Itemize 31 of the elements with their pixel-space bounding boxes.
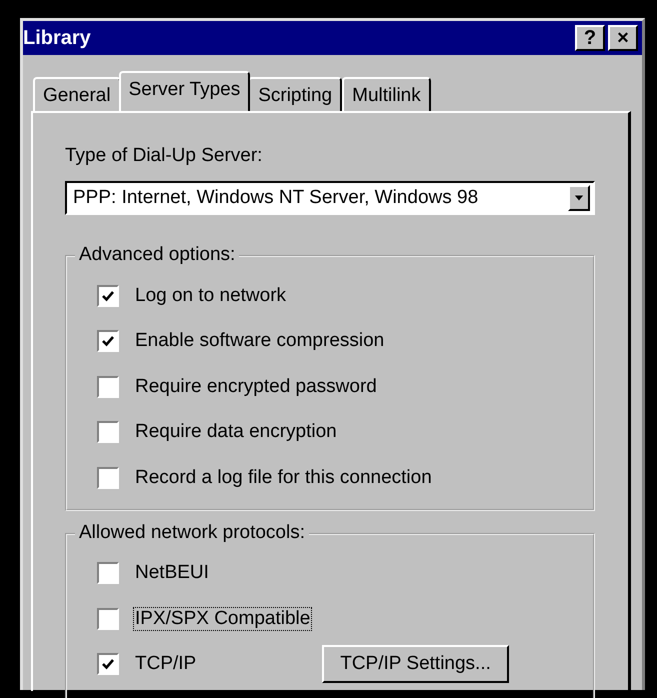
- checkmark-icon: [101, 334, 115, 348]
- checkbox-label[interactable]: Record a log file for this connection: [133, 466, 434, 490]
- group-title: Advanced options:: [75, 244, 240, 266]
- checkbox[interactable]: [97, 653, 119, 676]
- checkbox-label[interactable]: Enable software compression: [133, 329, 386, 354]
- checkbox-label[interactable]: Require data encryption: [133, 420, 339, 444]
- checkbox-label[interactable]: TCP/IP: [133, 652, 198, 676]
- group-title: Allowed network protocols:: [75, 522, 309, 544]
- checkbox[interactable]: [97, 562, 119, 584]
- close-button[interactable]: ×: [608, 25, 638, 51]
- checkbox[interactable]: [97, 466, 119, 489]
- checkbox[interactable]: [97, 330, 119, 352]
- checkbox-label[interactable]: NetBEUI: [133, 561, 211, 586]
- tab[interactable]: Multilink: [342, 77, 431, 111]
- tab[interactable]: General: [33, 77, 121, 111]
- checkbox[interactable]: [97, 608, 119, 630]
- checkmark-icon: [101, 657, 115, 672]
- checkbox-label[interactable]: IPX/SPX Compatible: [133, 606, 312, 631]
- checkbox[interactable]: [97, 284, 119, 307]
- field-label: Type of Dial-Up Server:: [65, 145, 264, 167]
- settings-button[interactable]: TCP/IP Settings...: [322, 645, 509, 684]
- checkmark-icon: [101, 288, 115, 303]
- checkbox-label[interactable]: Log on to network: [133, 284, 288, 308]
- tab[interactable]: Server Types: [118, 71, 250, 111]
- checkbox[interactable]: [97, 376, 119, 398]
- tab[interactable]: Scripting: [248, 77, 342, 111]
- server-type-dropdown[interactable]: PPP: Internet, Windows NT Server, Windows 98: [65, 181, 595, 215]
- checkbox[interactable]: [97, 421, 119, 444]
- window-title: Library: [23, 26, 91, 50]
- help-button[interactable]: ?: [575, 25, 605, 51]
- checkbox-label[interactable]: Require encrypted password: [133, 374, 379, 399]
